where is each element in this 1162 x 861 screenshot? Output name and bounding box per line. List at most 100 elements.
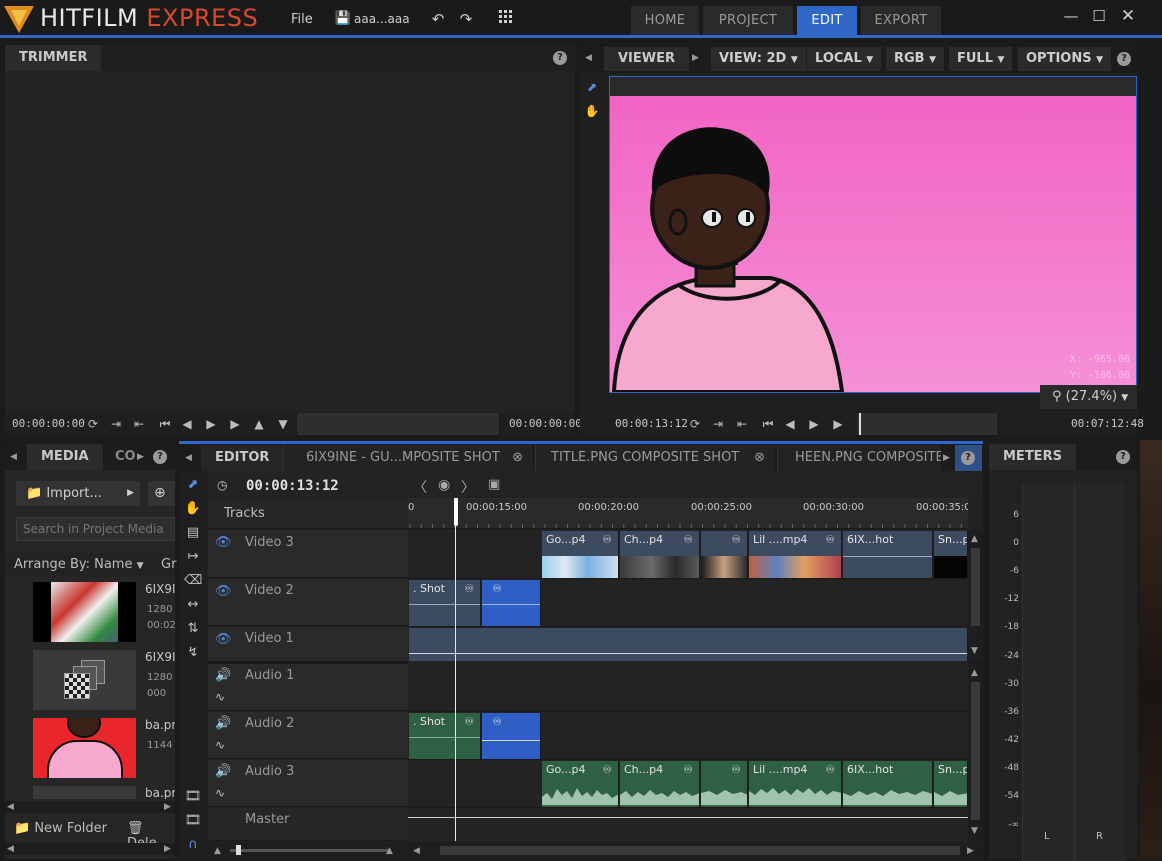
skip-start-icon[interactable]: ⏮ bbox=[157, 416, 173, 432]
next-marker-icon[interactable]: 〉 bbox=[461, 477, 475, 497]
track-header-audio3[interactable]: 🔊 ∿ Audio 3 bbox=[208, 760, 408, 807]
tab-meters[interactable]: METERS bbox=[989, 444, 1076, 470]
timeline-clip[interactable]: ♾ bbox=[701, 761, 748, 807]
speaker-icon[interactable]: 🔊 bbox=[215, 668, 231, 683]
scroll-down-icon[interactable]: ▼ bbox=[971, 646, 978, 656]
play-icon[interactable]: ▶ bbox=[830, 416, 846, 432]
waveform-toggle-icon[interactable]: ∿ bbox=[215, 738, 225, 752]
scroll-left-icon[interactable]: ◀ bbox=[7, 844, 14, 854]
track-header-audio1[interactable]: 🔊 ∿ Audio 1 bbox=[208, 664, 408, 711]
media-item[interactable]: 6IX9I 1280 000 bbox=[5, 647, 175, 713]
step-forward-icon[interactable]: ▶ bbox=[806, 416, 822, 432]
zoom-out-icon[interactable]: ▲ bbox=[214, 846, 221, 856]
track-header-video2[interactable]: 👁 Video 2 bbox=[208, 579, 408, 626]
speaker-icon[interactable]: 🔊 bbox=[215, 764, 231, 779]
quality-dropdown[interactable]: FULL ▼ bbox=[949, 47, 1013, 71]
panel-right-arrow-icon[interactable]: ▶ bbox=[943, 453, 950, 463]
zoom-slider-track[interactable] bbox=[230, 849, 390, 852]
step-back-icon[interactable]: ◀ bbox=[179, 416, 195, 432]
timeline-timecode[interactable]: 00:00:13:12 bbox=[246, 478, 339, 494]
scroll-right-icon[interactable]: ▶ bbox=[164, 802, 171, 812]
insert-icon[interactable]: ⇥ bbox=[710, 416, 726, 432]
tab-other[interactable]: CO bbox=[115, 449, 136, 464]
film-video-icon[interactable]: 🎞 bbox=[184, 788, 202, 806]
timeline-clip[interactable]: . Shot ♾ bbox=[409, 580, 481, 626]
scroll-thumb[interactable] bbox=[440, 846, 960, 855]
ripple-tool-icon[interactable]: ⌫ bbox=[184, 572, 202, 590]
select-tool-icon[interactable]: ⬈ bbox=[184, 476, 202, 494]
export-marker-icon[interactable]: ▣ bbox=[488, 477, 500, 492]
scroll-thumb[interactable] bbox=[971, 548, 980, 626]
group-dropdown[interactable]: Gr bbox=[161, 553, 176, 577]
scroll-up-icon[interactable]: ▲ bbox=[971, 668, 978, 678]
slip-tool-icon[interactable]: ↦ bbox=[184, 548, 202, 566]
panel-right-arrow-icon[interactable]: ▶ bbox=[137, 452, 144, 462]
timeline-clip-selected[interactable]: ♾ bbox=[482, 580, 541, 626]
loop-icon[interactable]: ⟳ bbox=[85, 416, 101, 432]
play-icon[interactable]: ▶ bbox=[227, 416, 243, 432]
minimize-button[interactable]: — bbox=[1060, 5, 1082, 27]
viewer-canvas[interactable]: X: -965.00 Y: -186.00 bbox=[609, 76, 1137, 394]
slice-tool-icon[interactable]: ▤ bbox=[184, 524, 202, 542]
help-icon[interactable]: ? bbox=[1117, 52, 1131, 66]
help-icon[interactable]: ? bbox=[153, 450, 167, 464]
hand-tool-icon[interactable]: ✋ bbox=[184, 500, 202, 518]
timeline-clip[interactable]: Go...p4 ♾ bbox=[542, 761, 619, 807]
scroll-down-icon[interactable]: ▼ bbox=[971, 826, 978, 836]
new-folder-button[interactable]: 📁 New Folder bbox=[14, 821, 107, 836]
eye-icon[interactable]: 👁 bbox=[215, 632, 232, 647]
tab-media[interactable]: MEDIA bbox=[27, 444, 103, 470]
track-header-master[interactable]: Master bbox=[208, 808, 408, 841]
media-item[interactable]: ba.pr 1144 bbox=[5, 715, 175, 781]
tab-composite-2[interactable]: TITLE.PNG COMPOSITE SHOT ⊗ bbox=[535, 445, 775, 471]
maximize-button[interactable]: ☐ bbox=[1088, 5, 1110, 27]
step-forward-icon[interactable]: ▶ bbox=[203, 416, 219, 432]
timeline-horizontal-scrollbar[interactable]: ◀ ▶ bbox=[408, 842, 983, 859]
film-audio-icon[interactable]: 🎞 bbox=[184, 812, 202, 830]
timeline-clip[interactable]: Lil ....mp4 ♾ bbox=[749, 761, 842, 807]
timeline-clip[interactable]: 6IX...hot bbox=[843, 761, 933, 807]
scroll-left-icon[interactable]: ◀ bbox=[413, 846, 420, 856]
scroll-left-icon[interactable]: ◀ bbox=[7, 802, 14, 812]
roll-tool-icon[interactable]: ↔ bbox=[184, 596, 202, 614]
zoom-in-icon[interactable]: ▲ bbox=[386, 846, 393, 856]
tab-composite-3[interactable]: HEEN.PNG COMPOSITE bbox=[777, 445, 941, 471]
options-dropdown[interactable]: OPTIONS ▼ bbox=[1018, 47, 1112, 71]
media-item[interactable]: ba.pr bbox=[5, 783, 175, 799]
timeline-clip[interactable] bbox=[409, 628, 968, 661]
tab-viewer[interactable]: VIEWER bbox=[604, 47, 690, 71]
tab-project[interactable]: PROJECT bbox=[703, 6, 793, 35]
timeline-clip[interactable]: 6IX...hot bbox=[843, 531, 933, 578]
media-bottom-scrollbar[interactable]: ◀ ▶ bbox=[5, 843, 175, 855]
trimmer-canvas[interactable] bbox=[5, 71, 575, 413]
waveform-toggle-icon[interactable]: ∿ bbox=[215, 690, 225, 704]
zoom-dropdown[interactable]: ⚲ (27.4%) ▼ bbox=[1040, 385, 1137, 409]
save-icon[interactable]: 💾 bbox=[334, 10, 352, 28]
eye-icon[interactable]: 👁 bbox=[215, 535, 232, 550]
redo-icon[interactable]: ↷ bbox=[457, 10, 475, 28]
panel-left-arrow-icon[interactable]: ◀ bbox=[585, 53, 592, 63]
timeline-clip[interactable]: Ch...p4 ♾ bbox=[620, 531, 700, 578]
timeline-clip[interactable]: Sn...p bbox=[934, 761, 968, 807]
timeline-clip[interactable]: Sn...p bbox=[934, 531, 968, 578]
arrange-dropdown[interactable]: Arrange By: Name ▼ Gr bbox=[5, 553, 176, 577]
loop-icon[interactable]: ⟳ bbox=[687, 416, 703, 432]
close-tab-icon[interactable]: ⊗ bbox=[754, 445, 765, 471]
audio-tracks-scrollbar[interactable]: ▲ ▼ bbox=[968, 664, 983, 841]
track-header-video3[interactable]: 👁 Video 3 bbox=[208, 530, 408, 578]
scroll-up-icon[interactable]: ▲ bbox=[971, 534, 978, 544]
zoom-slider-bar[interactable]: ▲ ▲ bbox=[208, 842, 408, 859]
mark-in-icon[interactable]: ▲ bbox=[251, 416, 267, 432]
insert-icon[interactable]: ⇥ bbox=[108, 416, 124, 432]
media-horizontal-scrollbar[interactable]: ◀ ▶ bbox=[5, 801, 175, 813]
speaker-icon[interactable]: 🔊 bbox=[215, 716, 231, 731]
overlay-icon[interactable]: ⇤ bbox=[131, 416, 147, 432]
mark-out-icon[interactable]: ▼ bbox=[275, 416, 291, 432]
view-mode-dropdown[interactable]: VIEW: 2D ▼ bbox=[711, 47, 806, 71]
tab-home[interactable]: HOME bbox=[631, 6, 699, 35]
playhead-handle[interactable] bbox=[454, 498, 458, 526]
search-input[interactable] bbox=[16, 517, 175, 541]
select-tool-icon[interactable]: ⬈ bbox=[584, 79, 600, 95]
waveform-toggle-icon[interactable]: ∿ bbox=[215, 786, 225, 800]
viewer-scrubber[interactable] bbox=[857, 413, 997, 435]
